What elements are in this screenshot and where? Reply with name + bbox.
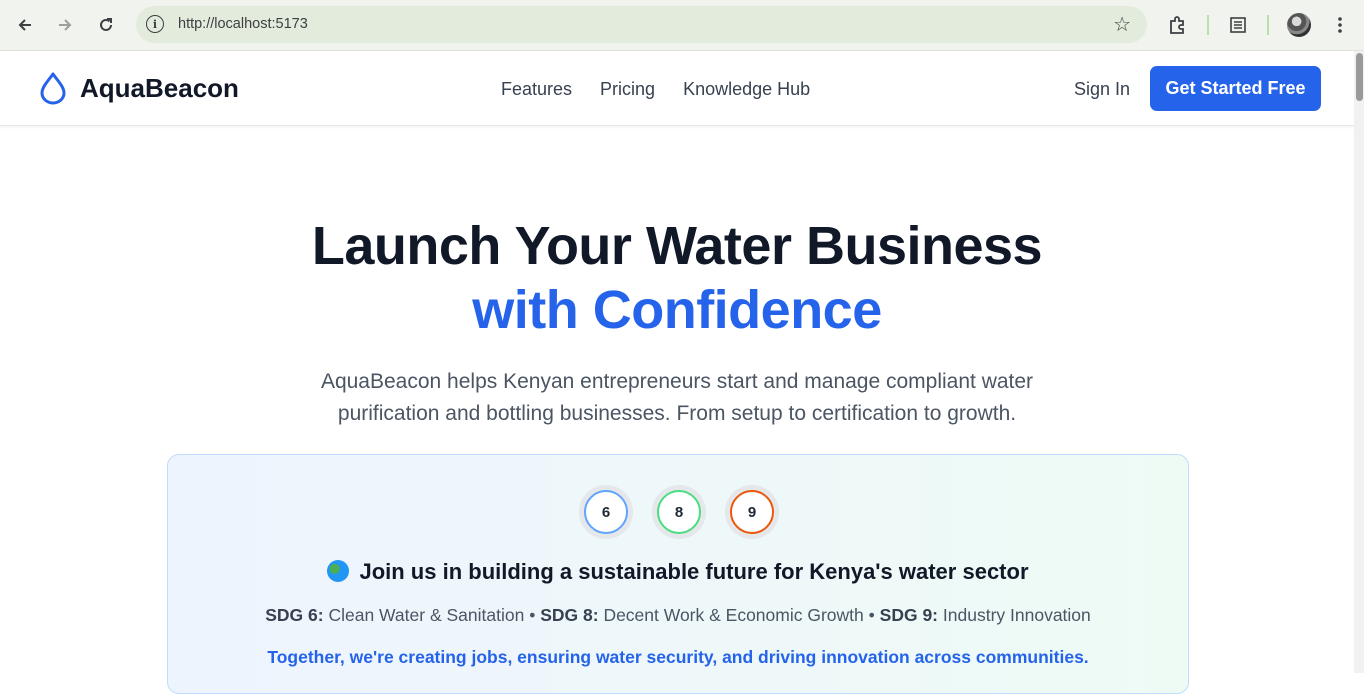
sdg-badge-9: 9 xyxy=(725,485,779,539)
kebab-icon xyxy=(1338,17,1342,33)
sdg-badges: 6 8 9 xyxy=(579,485,779,539)
browser-toolbar: i http://localhost:5173 ☆ xyxy=(0,0,1364,51)
reload-icon xyxy=(100,18,112,31)
sdg-text: Clean Water & Sanitation xyxy=(328,605,525,625)
sdg-text: Industry Innovation xyxy=(942,605,1091,625)
get-started-button[interactable]: Get Started Free xyxy=(1150,66,1321,111)
hero-title: Launch Your Water Business xyxy=(311,216,1043,276)
page-scrollbar[interactable] xyxy=(1354,51,1364,673)
sdg-card-title: Join us in building a sustainable future… xyxy=(168,559,1188,585)
brand-name: AquaBeacon xyxy=(80,72,239,103)
arrow-left-icon xyxy=(18,19,31,31)
site-info-icon[interactable]: i xyxy=(146,15,164,33)
forward-button[interactable] xyxy=(51,11,79,39)
site-header: AquaBeacon Features Pricing Knowledge Hu… xyxy=(0,51,1354,126)
url-text[interactable]: http://localhost:5173 xyxy=(178,16,308,32)
back-button[interactable] xyxy=(11,11,39,39)
water-drop-icon xyxy=(40,72,66,105)
sdg-separator: • xyxy=(529,605,536,625)
extensions-button[interactable] xyxy=(1163,11,1191,39)
sdg-label: SDG 8: xyxy=(540,605,599,625)
main-nav: Features Pricing Knowledge Hub xyxy=(501,79,810,100)
nav-knowledge-hub[interactable]: Knowledge Hub xyxy=(683,79,810,100)
arrow-right-icon xyxy=(59,19,72,31)
toolbar-separator xyxy=(1267,15,1269,35)
sdg-badge-6: 6 xyxy=(579,485,633,539)
profile-avatar[interactable] xyxy=(1287,13,1311,37)
hero-subtitle: AquaBeacon helps Kenyan entrepreneurs st… xyxy=(320,370,1034,425)
sign-in-link[interactable]: Sign In xyxy=(1074,79,1130,100)
star-icon[interactable]: ☆ xyxy=(1113,12,1131,37)
reload-button[interactable] xyxy=(92,11,120,39)
sdg-label: SDG 6: xyxy=(265,605,324,625)
puzzle-icon xyxy=(1170,16,1184,34)
address-bar[interactable]: i http://localhost:5173 ☆ xyxy=(136,6,1147,43)
sdg-card-title-text: Join us in building a sustainable future… xyxy=(359,559,1029,584)
reading-list-button[interactable] xyxy=(1224,11,1252,39)
globe-icon xyxy=(327,560,350,582)
sdg-badge-8: 8 xyxy=(652,485,706,539)
reading-list-icon xyxy=(1230,17,1246,33)
nav-pricing[interactable]: Pricing xyxy=(600,79,655,100)
sdg-text: Decent Work & Economic Growth xyxy=(603,605,864,625)
sdg-label: SDG 9: xyxy=(879,605,939,625)
sdg-separator: • xyxy=(868,605,875,625)
sdg-card: 6 8 9 Join us in building a sustainable … xyxy=(167,454,1189,694)
brand-logo[interactable]: AquaBeacon xyxy=(38,71,239,105)
toolbar-separator xyxy=(1207,15,1209,35)
browser-menu-button[interactable] xyxy=(1326,11,1354,39)
nav-features[interactable]: Features xyxy=(501,79,572,100)
sdg-list: SDG 6: Clean Water & Sanitation • SDG 8:… xyxy=(168,605,1188,626)
sdg-tagline: Together, we're creating jobs, ensuring … xyxy=(267,647,1089,667)
scrollbar-thumb[interactable] xyxy=(1356,53,1363,101)
hero-title-highlight: with Confidence xyxy=(472,280,882,340)
